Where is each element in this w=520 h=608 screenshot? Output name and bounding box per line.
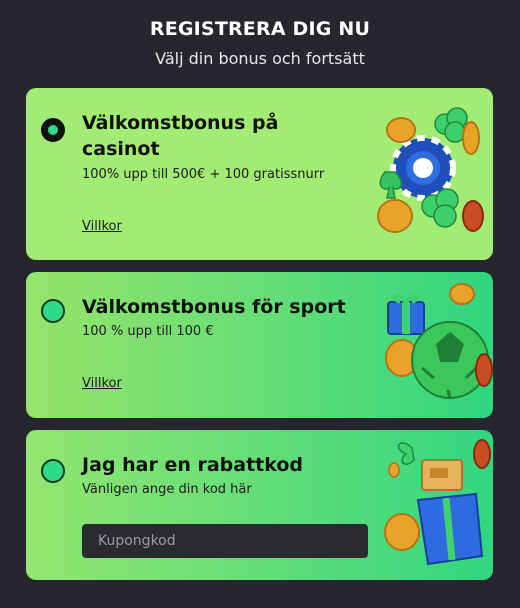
bonus-option-sport[interactable]: Välkomstbonus för sport 100 % upp till 1… [26, 272, 493, 418]
bonus-option-coupon[interactable]: Jag har en rabattkod Vänligen ange din k… [26, 430, 493, 580]
option-title: Välkomstbonus för sport [82, 296, 346, 318]
radio-sport[interactable] [41, 299, 65, 323]
radio-coupon[interactable] [41, 459, 65, 483]
casino-chips-clover-icon [377, 107, 484, 233]
option-title: Välkomstbonus på casinot [82, 110, 278, 162]
option-description: 100 % upp till 100 € [82, 324, 214, 339]
open-gift-box-icon [384, 439, 491, 566]
option-description: Vänligen ange din kod här [82, 482, 252, 497]
option-title: Jag har en rabattkod [82, 454, 304, 476]
page-subtitle: Välj din bonus och fortsätt [155, 49, 365, 68]
option-title-line2: casinot [82, 138, 160, 160]
option-description: 100% upp till 500€ + 100 gratissnurr [82, 167, 325, 182]
coupon-code-input[interactable] [82, 524, 368, 558]
option-title-line1: Välkomstbonus på [82, 112, 279, 134]
radio-casino-selected[interactable] [41, 118, 65, 142]
terms-link[interactable]: Villkor [82, 376, 122, 391]
soccer-ball-gift-icon [385, 283, 493, 399]
bonus-option-casino[interactable]: Välkomstbonus på casinot 100% upp till 5… [26, 88, 493, 260]
header: REGISTRERA DIG NU Välj din bonus och for… [0, 18, 520, 68]
page-title: REGISTRERA DIG NU [149, 18, 371, 40]
terms-link[interactable]: Villkor [82, 219, 122, 234]
